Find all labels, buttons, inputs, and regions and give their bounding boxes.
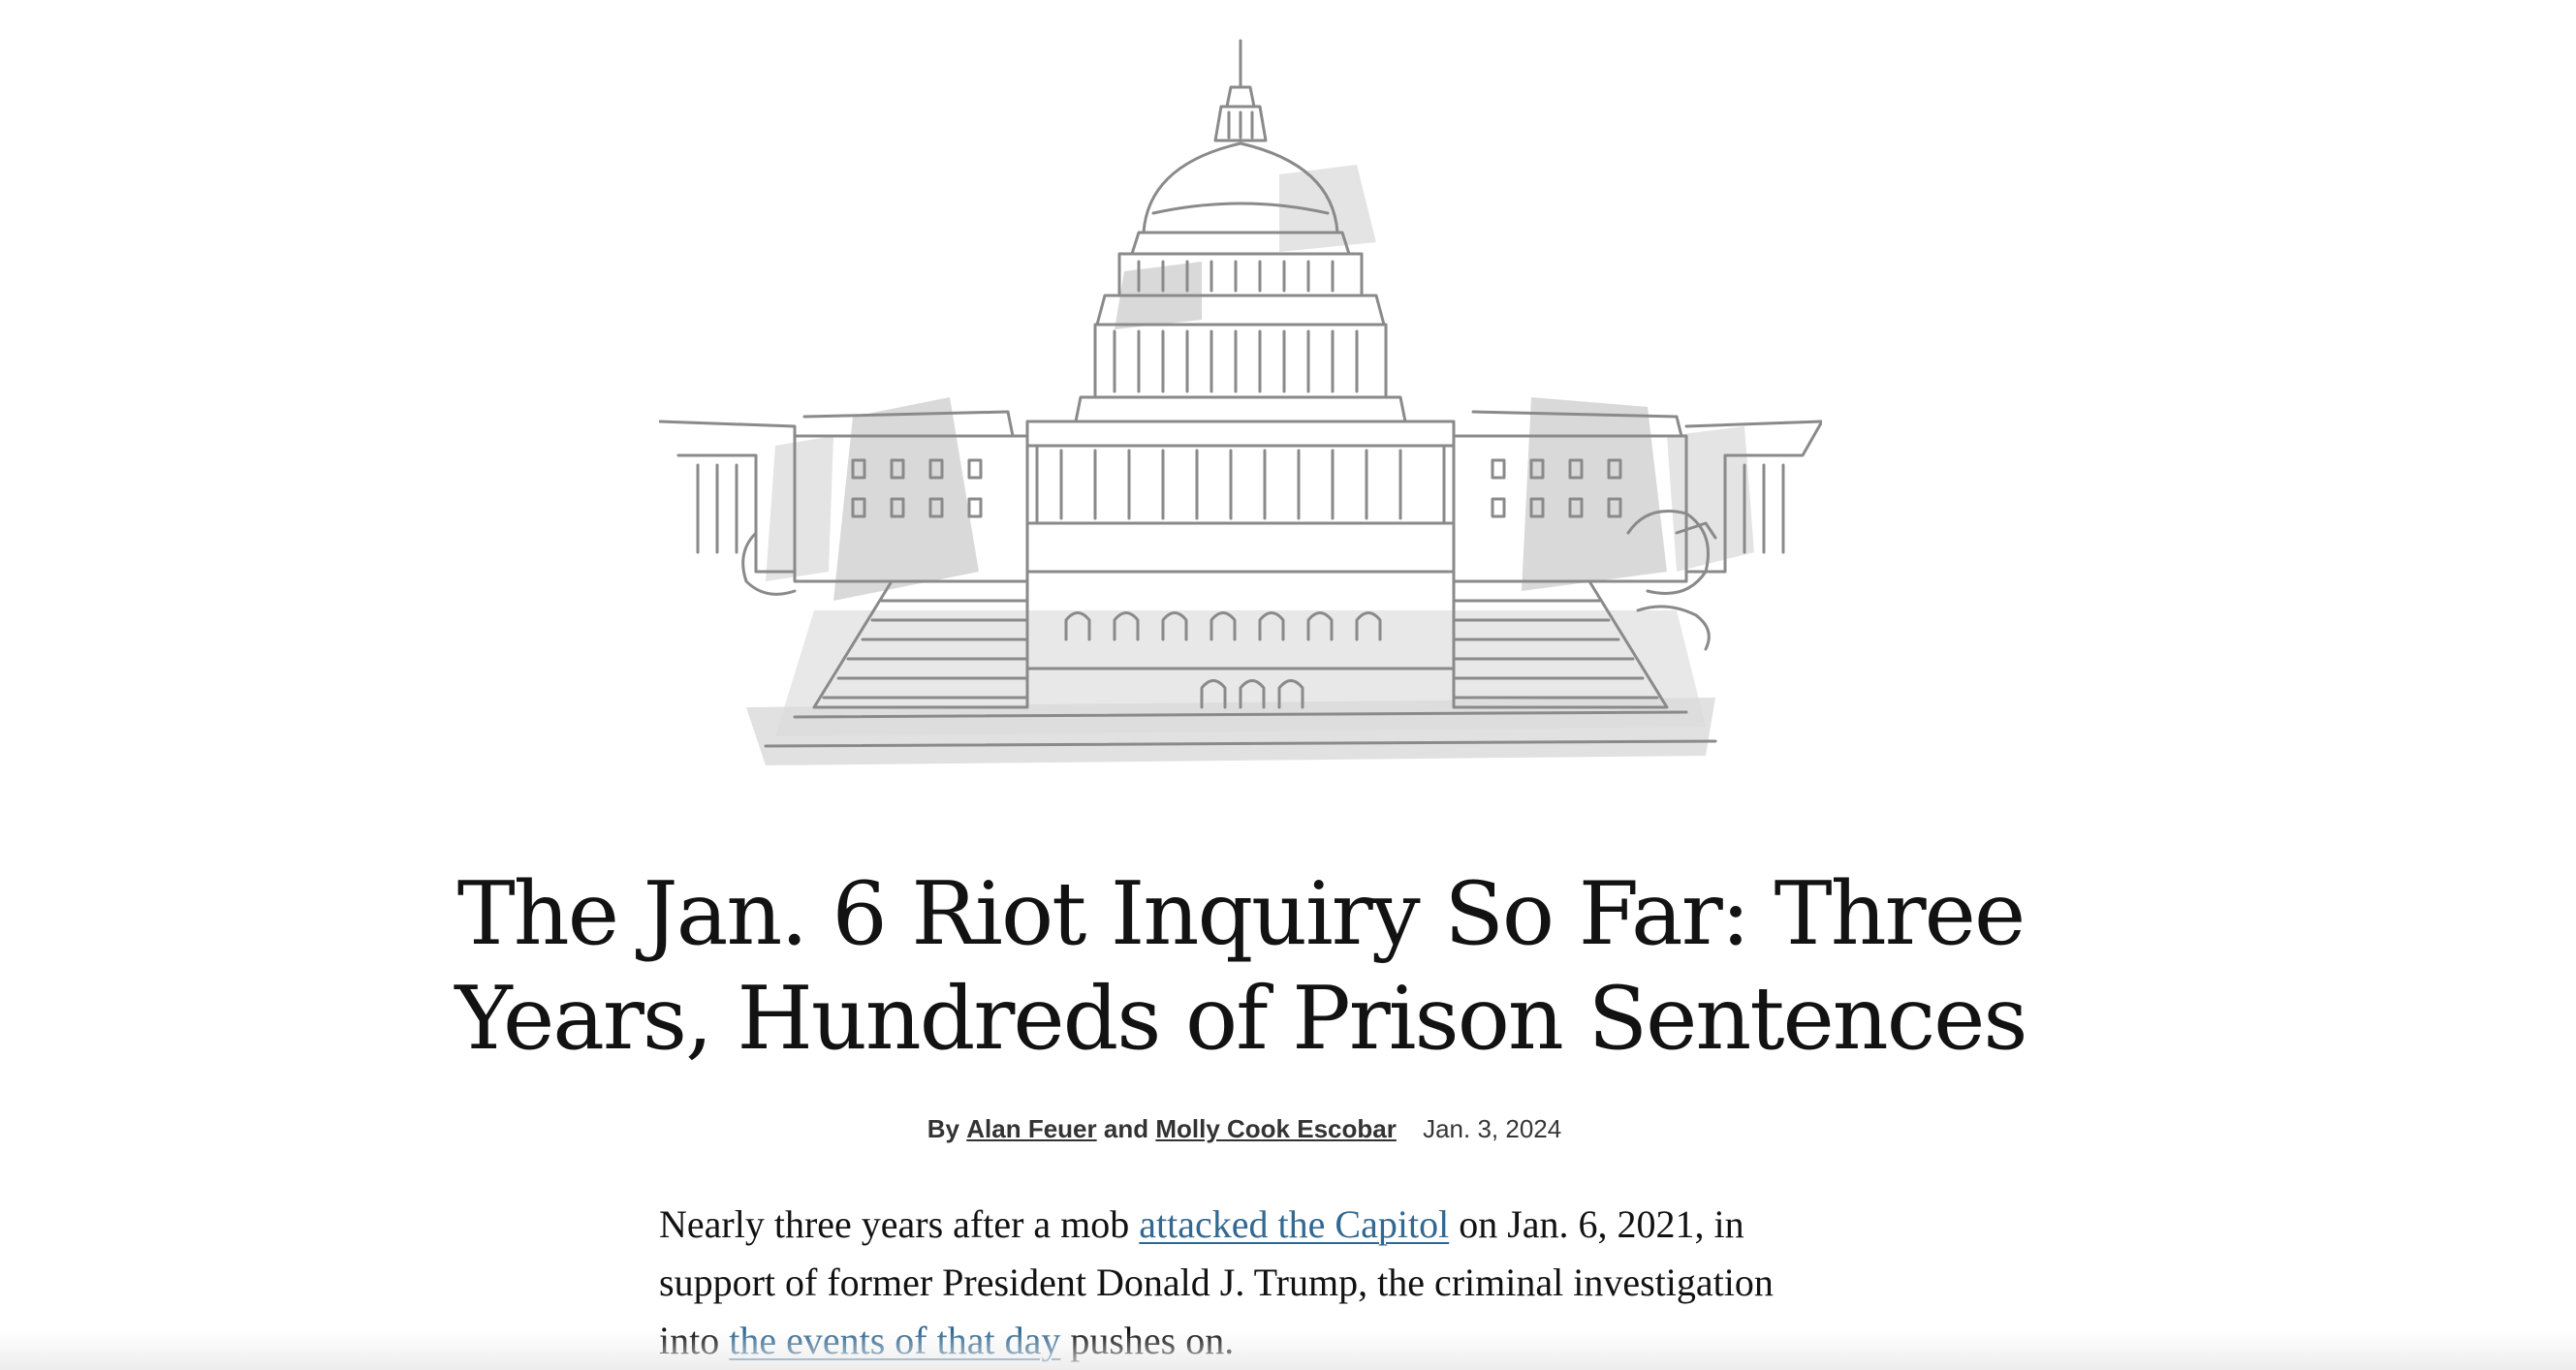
- headline-line-2: Years, Hundreds of Prison Sentences: [455, 968, 2027, 1070]
- article-headline: The Jan. 6 Riot Inquiry So Far: Three Ye…: [388, 862, 2093, 1072]
- lede-text-1: Nearly three years after a mob: [659, 1202, 1140, 1246]
- capitol-building-illustration: [659, 39, 1822, 765]
- byline-prefix: By: [927, 1114, 960, 1143]
- byline-conjunction: and: [1103, 1114, 1149, 1143]
- author-link-molly-cook-escobar[interactable]: Molly Cook Escobar: [1155, 1114, 1397, 1143]
- headline-line-1: The Jan. 6 Riot Inquiry So Far: Three: [456, 863, 2026, 965]
- link-attacked-the-capitol[interactable]: attacked the Capitol: [1139, 1202, 1449, 1246]
- author-link-alan-feuer[interactable]: Alan Feuer: [966, 1114, 1096, 1143]
- publish-date: Jan. 3, 2024: [1423, 1114, 1562, 1143]
- byline: By Alan Feuer and Molly Cook Escobar Jan…: [0, 1114, 2489, 1144]
- bottom-scroll-fade: [0, 1331, 2576, 1370]
